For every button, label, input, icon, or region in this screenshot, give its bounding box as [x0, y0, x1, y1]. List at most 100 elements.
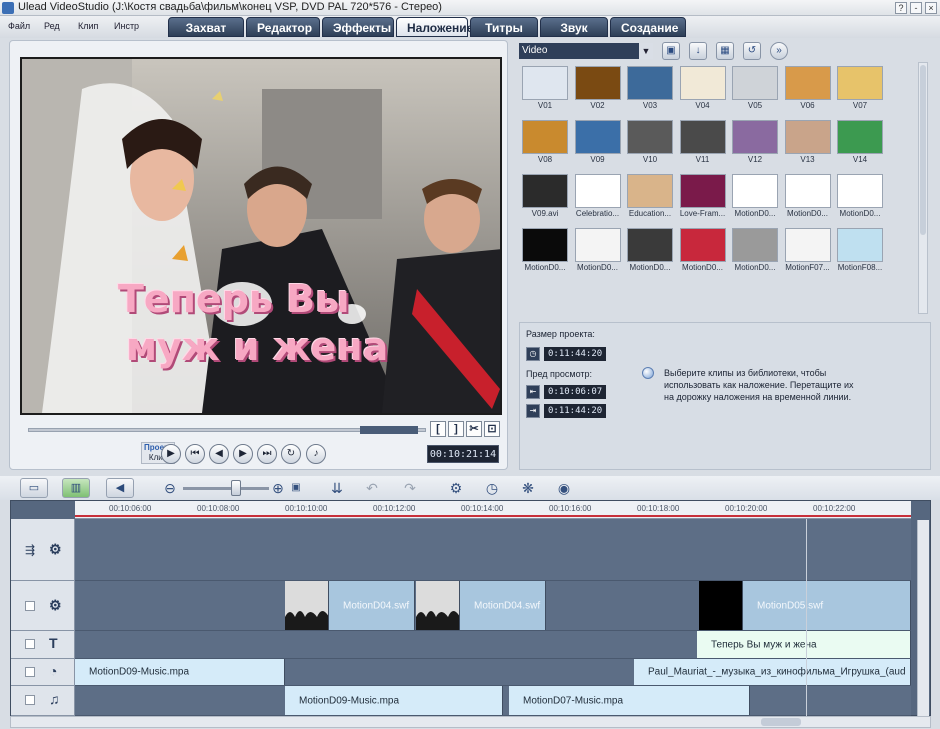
timeline-vertical-scrollbar[interactable] — [917, 520, 929, 716]
zoom-in-icon[interactable]: ⊕ — [268, 478, 288, 498]
help-button[interactable]: ? — [895, 2, 907, 14]
library-thumbnail[interactable]: V01 — [520, 66, 570, 114]
timeline-ruler[interactable]: 00:10:06:00 00:10:08:00 00:10:10:00 00:1… — [75, 501, 911, 519]
music-track-checkbox[interactable] — [25, 695, 35, 705]
library-thumbnail[interactable]: V08 — [520, 120, 570, 168]
library-thumbnail[interactable]: MotionD0... — [625, 228, 675, 276]
library-thumbnail[interactable]: MotionD0... — [730, 174, 780, 222]
library-thumbnail[interactable]: Love-Fram... — [678, 174, 728, 222]
voice-clip[interactable]: Paul_Mauriat_-_музыка_из_кинофильма_Игру… — [634, 659, 911, 685]
refresh-icon[interactable]: ↺ — [743, 42, 761, 60]
expand-options-icon[interactable]: » — [770, 42, 788, 60]
tab-overlay[interactable]: Наложение — [396, 17, 473, 37]
timeline-view-button[interactable]: ▥ — [62, 478, 90, 498]
title-track-checkbox[interactable] — [25, 639, 35, 649]
tab-effects[interactable]: Эффекты — [322, 17, 394, 37]
zoom-slider-knob[interactable] — [231, 480, 241, 496]
overlay-clip[interactable]: MotionD04.swf — [329, 581, 415, 630]
library-scrollbar[interactable] — [918, 62, 928, 314]
library-thumbnail[interactable]: MotionD0... — [783, 174, 833, 222]
preview-start-icon[interactable]: ⇤ — [526, 385, 540, 399]
mark-in-button[interactable]: [ — [430, 421, 446, 437]
library-thumbnail[interactable]: V02 — [573, 66, 623, 114]
repeat-button[interactable]: ↻ — [281, 444, 301, 464]
library-thumbnail[interactable]: V10 — [625, 120, 675, 168]
library-thumbnail[interactable]: V14 — [835, 120, 885, 168]
tab-share[interactable]: Создание — [610, 17, 686, 37]
timecode-display[interactable]: 00:10:21:14 — [427, 445, 499, 463]
batch-convert-icon[interactable]: ◷ — [482, 478, 502, 498]
library-thumbnail[interactable]: V03 — [625, 66, 675, 114]
play-button[interactable]: ▶ — [161, 444, 181, 464]
library-thumbnail[interactable]: V09.avi — [520, 174, 570, 222]
zoom-out-icon[interactable]: ⊖ — [160, 478, 180, 498]
sort-icon[interactable]: ↓ — [689, 42, 707, 60]
audio-view-button[interactable]: ◀ — [106, 478, 134, 498]
chapter-point-icon[interactable]: ◉ — [554, 478, 574, 498]
fit-project-icon[interactable]: ▣ — [286, 478, 306, 498]
tab-audio[interactable]: Звук — [540, 17, 608, 37]
trim-range[interactable] — [360, 426, 418, 434]
tab-capture[interactable]: Захват — [168, 17, 244, 37]
track-manager-icon[interactable]: ❋ — [518, 478, 538, 498]
home-button[interactable]: ⏮ — [185, 444, 205, 464]
music-clip[interactable]: MotionD07-Music.mpa — [509, 686, 750, 715]
library-thumbnail[interactable]: V06 — [783, 66, 833, 114]
smart-proxy-icon[interactable]: ⚙ — [446, 478, 466, 498]
library-thumbnail[interactable]: V11 — [678, 120, 728, 168]
title-clip[interactable]: Теперь Вы муж и жена — [697, 631, 911, 658]
library-thumbnail[interactable]: MotionD0... — [730, 228, 780, 276]
ripple-edit-icon[interactable]: ⇶ — [25, 543, 35, 557]
next-frame-button[interactable]: ▶ — [233, 444, 253, 464]
timeline-horizontal-scrollbar[interactable] — [10, 716, 931, 728]
previous-frame-button[interactable]: ◀ — [209, 444, 229, 464]
menu-tools[interactable]: Инстр — [114, 21, 139, 31]
expand-preview-icon[interactable]: ⊡ — [484, 421, 500, 437]
voice-track[interactable]: MotionD09-Music.mpa Paul_Mauriat_-_музык… — [75, 659, 911, 686]
library-thumbnail[interactable]: MotionD0... — [835, 174, 885, 222]
insert-media-icon[interactable]: ⇊ — [327, 478, 347, 498]
library-thumbnail[interactable]: MotionD0... — [573, 228, 623, 276]
close-button[interactable]: × — [925, 2, 937, 14]
library-manager-icon[interactable]: ▦ — [716, 42, 734, 60]
preview-end-icon[interactable]: ⇥ — [526, 404, 540, 418]
voice-track-checkbox[interactable] — [25, 667, 35, 677]
library-thumbnail[interactable]: V13 — [783, 120, 833, 168]
title-track[interactable]: Теперь Вы муж и жена — [75, 631, 911, 659]
library-thumbnail[interactable]: V05 — [730, 66, 780, 114]
undo-icon[interactable]: ↶ — [362, 478, 382, 498]
library-thumbnail[interactable]: MotionD0... — [678, 228, 728, 276]
library-scroll-thumb[interactable] — [920, 65, 926, 235]
redo-icon[interactable]: ↷ — [400, 478, 420, 498]
library-thumbnail[interactable]: V07 — [835, 66, 885, 114]
library-thumbnail[interactable]: MotionF07... — [783, 228, 833, 276]
overlay-clip[interactable]: MotionD04.swf — [460, 581, 546, 630]
minimize-button[interactable]: - — [910, 2, 922, 14]
menu-file[interactable]: Файл — [8, 21, 30, 31]
overlay-clip-thumbnail[interactable] — [416, 581, 460, 630]
cut-clip-icon[interactable]: ✂ — [466, 421, 482, 437]
overlay-track-checkbox[interactable] — [25, 601, 35, 611]
overlay-track[interactable]: MotionD04.swf MotionD04.swf MotionD05.sw… — [75, 581, 911, 631]
menu-edit[interactable]: Ред — [44, 21, 60, 31]
music-track[interactable]: MotionD09-Music.mpa MotionD07-Music.mpa — [75, 686, 911, 716]
video-track[interactable] — [75, 519, 911, 581]
library-thumbnail[interactable]: MotionF08... — [835, 228, 885, 276]
library-thumbnail[interactable]: Education... — [625, 174, 675, 222]
tab-titles[interactable]: Титры — [470, 17, 538, 37]
storyboard-view-button[interactable]: ▭ — [20, 478, 48, 498]
menu-clip[interactable]: Клип — [78, 21, 98, 31]
volume-button[interactable]: ♪ — [306, 444, 326, 464]
library-thumbnail[interactable]: V09 — [573, 120, 623, 168]
timeline-scroll-thumb[interactable] — [761, 718, 801, 726]
chevron-down-icon[interactable]: ▼ — [639, 43, 653, 59]
library-thumbnail[interactable]: V04 — [678, 66, 728, 114]
preview-window[interactable]: Теперь Вы муж и жена — [20, 57, 502, 415]
library-category-select[interactable]: Video ▼ — [519, 43, 653, 59]
tab-edit[interactable]: Редактор — [246, 17, 320, 37]
library-thumbnail[interactable]: V12 — [730, 120, 780, 168]
end-button[interactable]: ⏭ — [257, 444, 277, 464]
playhead[interactable] — [806, 519, 807, 717]
library-thumbnail[interactable]: Celebratio... — [573, 174, 623, 222]
library-thumbnail[interactable]: MotionD0... — [520, 228, 570, 276]
